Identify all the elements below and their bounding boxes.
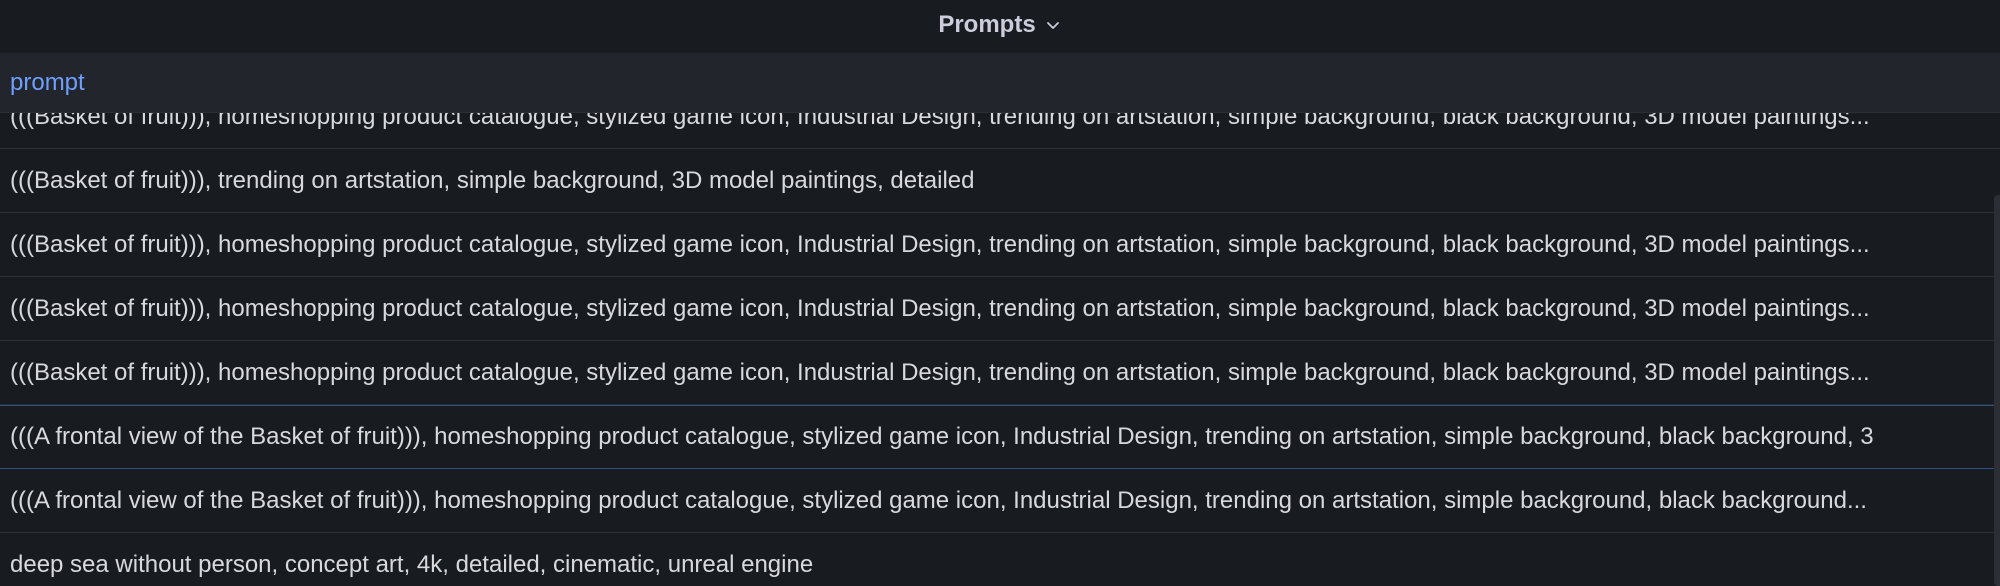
vertical-scrollbar[interactable] — [1994, 195, 2000, 586]
table-row[interactable]: (((Basket of fruit))), homeshopping prod… — [0, 113, 2000, 149]
table-row[interactable]: (((A frontal view of the Basket of fruit… — [0, 469, 2000, 533]
column-header: prompt — [0, 53, 2000, 113]
chevron-down-icon — [1046, 22, 1059, 29]
table-cell: (((Basket of fruit))), homeshopping prod… — [10, 230, 1870, 258]
table-body[interactable]: (((Basket of fruit))), homeshopping prod… — [0, 113, 2000, 586]
table-row[interactable]: (((Basket of fruit))), homeshopping prod… — [0, 341, 2000, 405]
panel-title: Prompts — [938, 11, 1036, 38]
panel-header: Prompts — [0, 0, 2000, 50]
panel-title-menu[interactable]: Prompts — [938, 11, 1061, 39]
table-row-hovered[interactable]: (((A frontal view of the Basket of fruit… — [0, 405, 2000, 469]
prompts-panel: Prompts prompt (((Basket of fruit))), ho… — [0, 0, 2000, 586]
table-cell: (((Basket of fruit))), trending on artst… — [10, 166, 975, 194]
table-row[interactable]: (((Basket of fruit))), homeshopping prod… — [0, 213, 2000, 277]
column-header-prompt[interactable]: prompt — [10, 69, 85, 97]
table-row[interactable]: (((Basket of fruit))), trending on artst… — [0, 149, 2000, 213]
table-cell: (((A frontal view of the Basket of fruit… — [10, 423, 1874, 450]
table-row[interactable]: (((Basket of fruit))), homeshopping prod… — [0, 277, 2000, 341]
table-row[interactable]: deep sea without person, concept art, 4k… — [0, 533, 2000, 586]
table-cell: deep sea without person, concept art, 4k… — [10, 550, 814, 578]
table-cell: (((Basket of fruit))), homeshopping prod… — [10, 294, 1870, 322]
prompts-table: prompt (((Basket of fruit))), homeshoppi… — [0, 53, 2000, 586]
table-cell: (((Basket of fruit))), homeshopping prod… — [10, 358, 1870, 386]
table-cell: (((Basket of fruit))), homeshopping prod… — [10, 113, 1870, 130]
table-cell: (((A frontal view of the Basket of fruit… — [10, 486, 1867, 514]
